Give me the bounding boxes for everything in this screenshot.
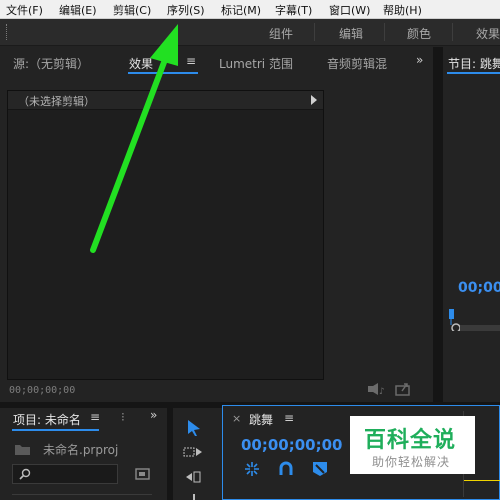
playhead-marker-icon[interactable] [449, 307, 500, 331]
project-hamburger-icon[interactable]: ≡ [90, 410, 100, 424]
menu-title[interactable]: 字幕(T) [275, 2, 312, 18]
menu-sequence[interactable]: 序列(S) [167, 2, 205, 18]
menu-edit[interactable]: 编辑(E) [59, 2, 97, 18]
source-monitor-area: （未选择剪辑） [7, 90, 324, 380]
workspace-tab-editing[interactable]: 编辑 [339, 25, 363, 42]
workspace-bar: 组件 编辑 颜色 效果 [0, 19, 500, 46]
tools-panel [173, 408, 218, 500]
menu-clip[interactable]: 剪辑(C) [113, 2, 151, 18]
program-panel-title[interactable]: 节目: 跳舞 [448, 55, 500, 72]
add-marker-icon[interactable] [311, 461, 329, 477]
tab-source[interactable]: 源:（无剪辑） [13, 55, 89, 72]
panel-divider[interactable] [433, 47, 443, 402]
selection-tool-icon[interactable] [186, 419, 202, 437]
linked-selection-icon[interactable] [278, 461, 294, 477]
clip-selector-label: （未选择剪辑） [18, 95, 95, 108]
clip-selector-arrow-icon[interactable] [311, 95, 317, 105]
search-icon [19, 468, 31, 480]
snap-icon[interactable] [244, 461, 260, 477]
clip-selector[interactable]: （未选择剪辑） [8, 91, 323, 110]
menu-help[interactable]: 帮助(H) [383, 2, 422, 18]
new-bin-icon[interactable] [135, 467, 151, 481]
project-more-icon[interactable]: ⁝ [121, 410, 125, 424]
menu-bar: 文件(F) 编辑(E) 剪辑(C) 序列(S) 标记(M) 字幕(T) 窗口(W… [0, 0, 500, 19]
export-audio-icon[interactable]: ♪ [367, 382, 385, 396]
timeline-sequence-tab[interactable]: 跳舞 [249, 411, 273, 428]
workspace-grip-icon[interactable] [6, 24, 8, 40]
workspace-tab-color[interactable]: 颜色 [407, 25, 431, 42]
source-panel-header: 源:（无剪辑） 效果 ≡ Lumetri 范围 音频剪辑混 » [0, 47, 433, 77]
project-panel: 项目: 未命名 ≡ ⁝ » 未命名.prproj [0, 408, 167, 500]
razor-tool-icon[interactable] [191, 494, 197, 500]
folder-icon [15, 445, 30, 455]
tab-lumetri-scopes[interactable]: Lumetri 范围 [219, 55, 293, 72]
timeline-hamburger-icon[interactable]: ≡ [284, 411, 294, 425]
svg-text:♪: ♪ [379, 387, 385, 396]
menu-file[interactable]: 文件(F) [6, 2, 43, 18]
tab-effect-controls[interactable]: 效果 [129, 55, 153, 72]
panel-overflow-icon[interactable]: » [416, 53, 423, 67]
ripple-edit-icon[interactable] [183, 470, 205, 484]
project-panel-title[interactable]: 项目: 未命名 [13, 411, 81, 428]
program-panel: 节目: 跳舞 00;00;0 [443, 47, 500, 402]
search-input[interactable] [12, 464, 118, 484]
menu-marker[interactable]: 标记(M) [221, 2, 261, 18]
project-tab-indicator [12, 429, 99, 431]
track-select-forward-icon[interactable] [183, 445, 205, 459]
program-tab-indicator [447, 72, 500, 74]
source-timecode: 00;00;00;00 [9, 385, 76, 396]
active-tab-indicator [128, 72, 198, 74]
timeline-close-icon[interactable]: × [232, 412, 241, 425]
project-overflow-icon[interactable]: » [150, 408, 157, 422]
workspace-tab-assembly[interactable]: 组件 [269, 25, 293, 42]
tab-audio-clip-mixer[interactable]: 音频剪辑混 [327, 55, 387, 72]
watermark-sub-text: 助你轻松解决 [372, 455, 451, 469]
timeline-timecode[interactable]: 00;00;00;00 [241, 436, 343, 454]
menu-window[interactable]: 窗口(W) [329, 2, 370, 18]
source-panel: 源:（无剪辑） 效果 ≡ Lumetri 范围 音频剪辑混 » （未选择剪辑） … [0, 47, 433, 402]
program-timecode[interactable]: 00;00;0 [458, 280, 500, 296]
export-frame-icon[interactable] [395, 382, 411, 396]
watermark-main-text: 百科全说 [364, 428, 457, 453]
workspace-tab-effects[interactable]: 效果 [476, 25, 500, 42]
hamburger-menu-icon[interactable]: ≡ [186, 54, 196, 68]
project-file-name: 未命名.prproj [43, 443, 119, 457]
watermark-logo: 百科全说 助你轻松解决 [350, 416, 475, 474]
